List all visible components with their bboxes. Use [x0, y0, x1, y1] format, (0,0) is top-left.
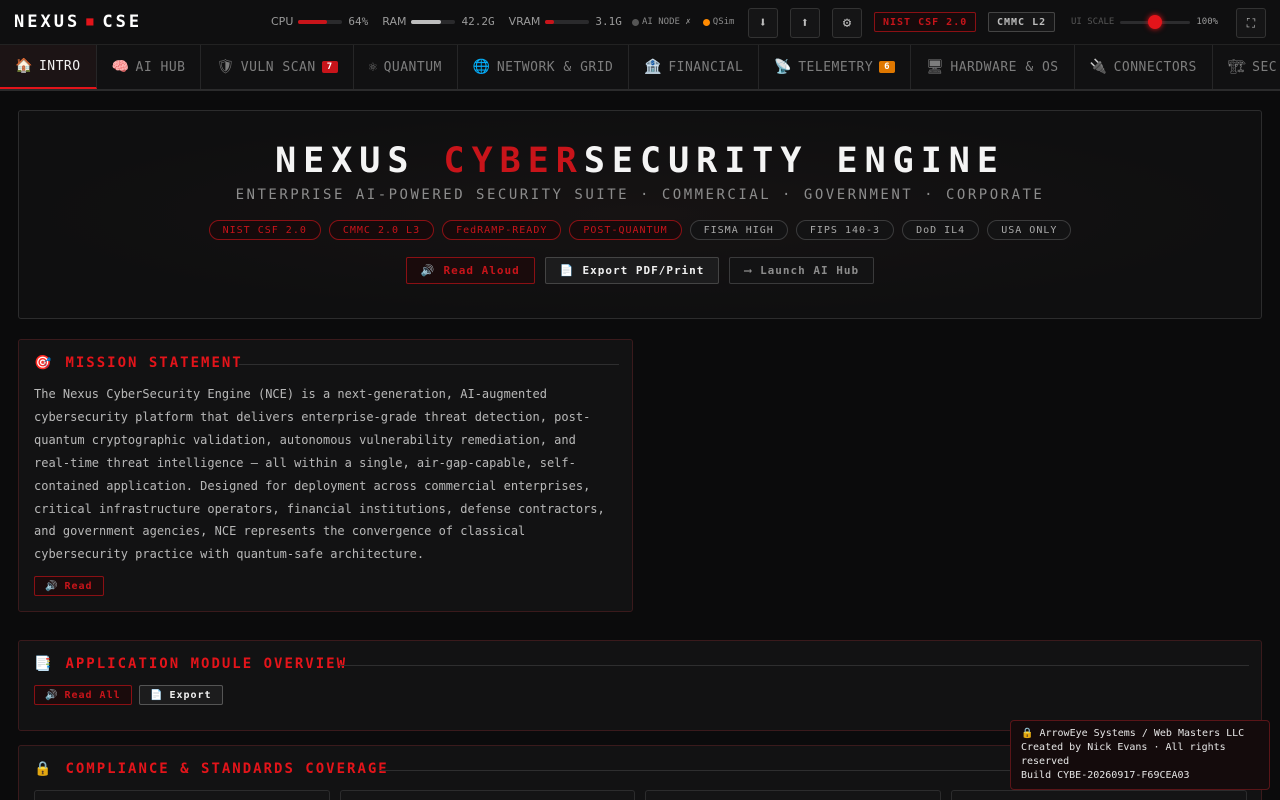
compliance-item [951, 790, 1247, 800]
certification-pill: FedRAMP-READY [442, 220, 562, 240]
mission-card: 🎯 MISSION STATEMENT The Nexus CyberSecur… [18, 339, 633, 612]
ram-meter: RAM 42.2G [382, 15, 495, 28]
cpu-meter: CPU 64% [271, 15, 369, 28]
ui-scale-slider[interactable] [1120, 14, 1191, 29]
section-title: 🎯 MISSION STATEMENT [34, 355, 243, 371]
lock-icon: 🔒 [34, 761, 54, 777]
upload-button[interactable]: ⬆ [790, 8, 820, 38]
hero-title: NEXUS CYBERSECURITY ENGINE [275, 141, 1005, 181]
speaker-icon: 🔊 [45, 689, 59, 701]
export-button[interactable]: 📄 Export [139, 685, 223, 705]
status-dot-icon [632, 18, 639, 26]
read-aloud-button[interactable]: 🔊 Read Aloud [405, 257, 535, 284]
tab-connectors[interactable]: 🔌 CONNECTORS [1075, 45, 1213, 89]
shield-icon: 🛡 [216, 59, 235, 75]
hero-actions: 🔊 Read Aloud 📄 Export PDF/Print ⟶ Launch… [19, 257, 1261, 284]
tab-telemetry[interactable]: 📡 TELEMETRY 6 [759, 45, 912, 89]
tab-intro[interactable]: 🏠 INTRO [0, 45, 97, 89]
tab-label: TELEMETRY [798, 59, 874, 75]
certification-pills: NIST CSF 2.0 CMMC 2.0 L3 FedRAMP-READY POST… [19, 220, 1261, 240]
read-button[interactable]: 🔊 Read [34, 576, 104, 596]
tab-label: CONNECTORS [1113, 59, 1197, 75]
tab-vuln-scan[interactable]: 🛡 VULN SCAN 7 [201, 45, 354, 89]
upload-icon: ⬆ [800, 15, 810, 31]
download-button[interactable]: ⬇ [748, 8, 778, 38]
tab-label: NETWORK & GRID [496, 59, 614, 75]
tab-label: FINANCIAL [668, 59, 744, 75]
tab-label: SEC BU [1252, 59, 1280, 75]
certification-pill: FIPS 140-3 [795, 220, 895, 240]
section-title: 🔒 COMPLIANCE & STANDARDS COVERAGE [34, 761, 389, 777]
export-pdf-button[interactable]: 📄 Export PDF/Print [544, 257, 720, 284]
tab-sec-bu[interactable]: 🏗 SEC BU [1213, 45, 1280, 89]
certification-pill: NIST CSF 2.0 [208, 220, 321, 240]
compliance-item [340, 790, 635, 800]
brain-icon: 🧠 [111, 59, 130, 75]
target-icon: 🎯 [34, 355, 54, 371]
gear-icon: ⚙ [842, 15, 852, 31]
bank-icon: 🏦 [644, 59, 663, 75]
ai-node-status: AI NODE ✗ [632, 17, 691, 27]
document-icon: 📄 [150, 689, 164, 701]
certification-pill: DoD IL4 [902, 220, 980, 240]
home-icon: 🏠 [15, 58, 33, 74]
tab-network-grid[interactable]: 🌐 NETWORK & GRID [458, 45, 630, 89]
compliance-item [34, 790, 330, 800]
certification-pill: USA ONLY [987, 220, 1072, 240]
count-badge: 7 [321, 61, 338, 73]
download-icon: ⬇ [758, 15, 768, 31]
fullscreen-icon: ⛶ [1246, 15, 1256, 30]
cmmc-badge: CMMC L2 [988, 12, 1056, 32]
hero-banner: NEXUS CYBERSECURITY ENGINE ENTERPRISE AI… [18, 110, 1262, 319]
arrow-right-icon: ⟶ [744, 264, 753, 277]
desktop-icon: 🖥 [926, 59, 945, 75]
vram-meter: VRAM 3.1G [508, 15, 622, 28]
status-dot-icon [702, 18, 710, 26]
tab-quantum[interactable]: ⚛ QUANTUM [354, 45, 458, 89]
atom-icon: ⚛ [368, 59, 378, 75]
satellite-icon: 📡 [774, 59, 793, 75]
plug-icon: 🔌 [1089, 59, 1108, 75]
qsim-status: QSim [702, 17, 734, 27]
launch-ai-hub-button[interactable]: ⟶ Launch AI Hub [729, 257, 875, 284]
tab-label: HARDWARE & OS [950, 59, 1059, 75]
tab-hardware-os[interactable]: 🖥 HARDWARE & OS [911, 45, 1075, 89]
credit-panel: 🔒 ArrowEye Systems / Web Masters LLC Cre… [1010, 720, 1270, 790]
construction-icon: 🏗 [1227, 59, 1247, 75]
ui-scale-control: UI SCALE 100% [1071, 14, 1218, 29]
speaker-icon: 🔊 [420, 264, 436, 277]
settings-button[interactable]: ⚙ [832, 8, 862, 38]
resource-meters: CPU 64% RAM 42.2G VRAM 3.1G [271, 15, 636, 28]
slider-handle[interactable] [1148, 14, 1163, 29]
speaker-icon: 🔊 [45, 580, 59, 592]
nist-badge: NIST CSF 2.0 [874, 12, 977, 32]
tab-label: QUANTUM [383, 59, 442, 75]
node-status: AI NODE ✗ QSim [632, 17, 746, 27]
tab-label: INTRO [38, 58, 81, 74]
certification-pill: CMMC 2.0 L3 [328, 220, 435, 240]
count-badge: 6 [879, 61, 896, 73]
read-all-button[interactable]: 🔊 Read All [34, 685, 132, 705]
tab-financial[interactable]: 🏦 FINANCIAL [629, 45, 760, 89]
module-overview-card: 📑 APPLICATION MODULE OVERVIEW 🔊 Read All… [18, 640, 1262, 731]
mission-text: The Nexus CyberSecurity Engine (NCE) is … [34, 387, 605, 562]
certification-pill: POST-QUANTUM [569, 220, 682, 240]
hero-subtitle: ENTERPRISE AI-POWERED SECURITY SUITE · C… [235, 187, 1045, 203]
top-bar: NEXUS ■ CSE CPU 64% RAM 42.2G VRAM 3.1G AI… [0, 0, 1280, 45]
main-tabs: 🏠 INTRO 🧠 AI HUB 🛡 VULN SCAN 7 ⚛ QUANTUM 🌐 NETWORK… [0, 45, 1280, 91]
clipboard-icon: 📑 [34, 656, 54, 672]
document-icon: 📄 [559, 264, 575, 277]
certification-pill: FISMA HIGH [689, 220, 788, 240]
compliance-item [645, 790, 941, 800]
tab-label: AI HUB [135, 59, 186, 75]
tab-label: VULN SCAN [240, 59, 316, 75]
app-logo: NEXUS ■ CSE [14, 12, 143, 32]
section-title: 📑 APPLICATION MODULE OVERVIEW [34, 656, 348, 672]
tab-ai-hub[interactable]: 🧠 AI HUB [97, 45, 202, 89]
fullscreen-button[interactable]: ⛶ [1236, 8, 1266, 38]
globe-icon: 🌐 [472, 59, 491, 75]
